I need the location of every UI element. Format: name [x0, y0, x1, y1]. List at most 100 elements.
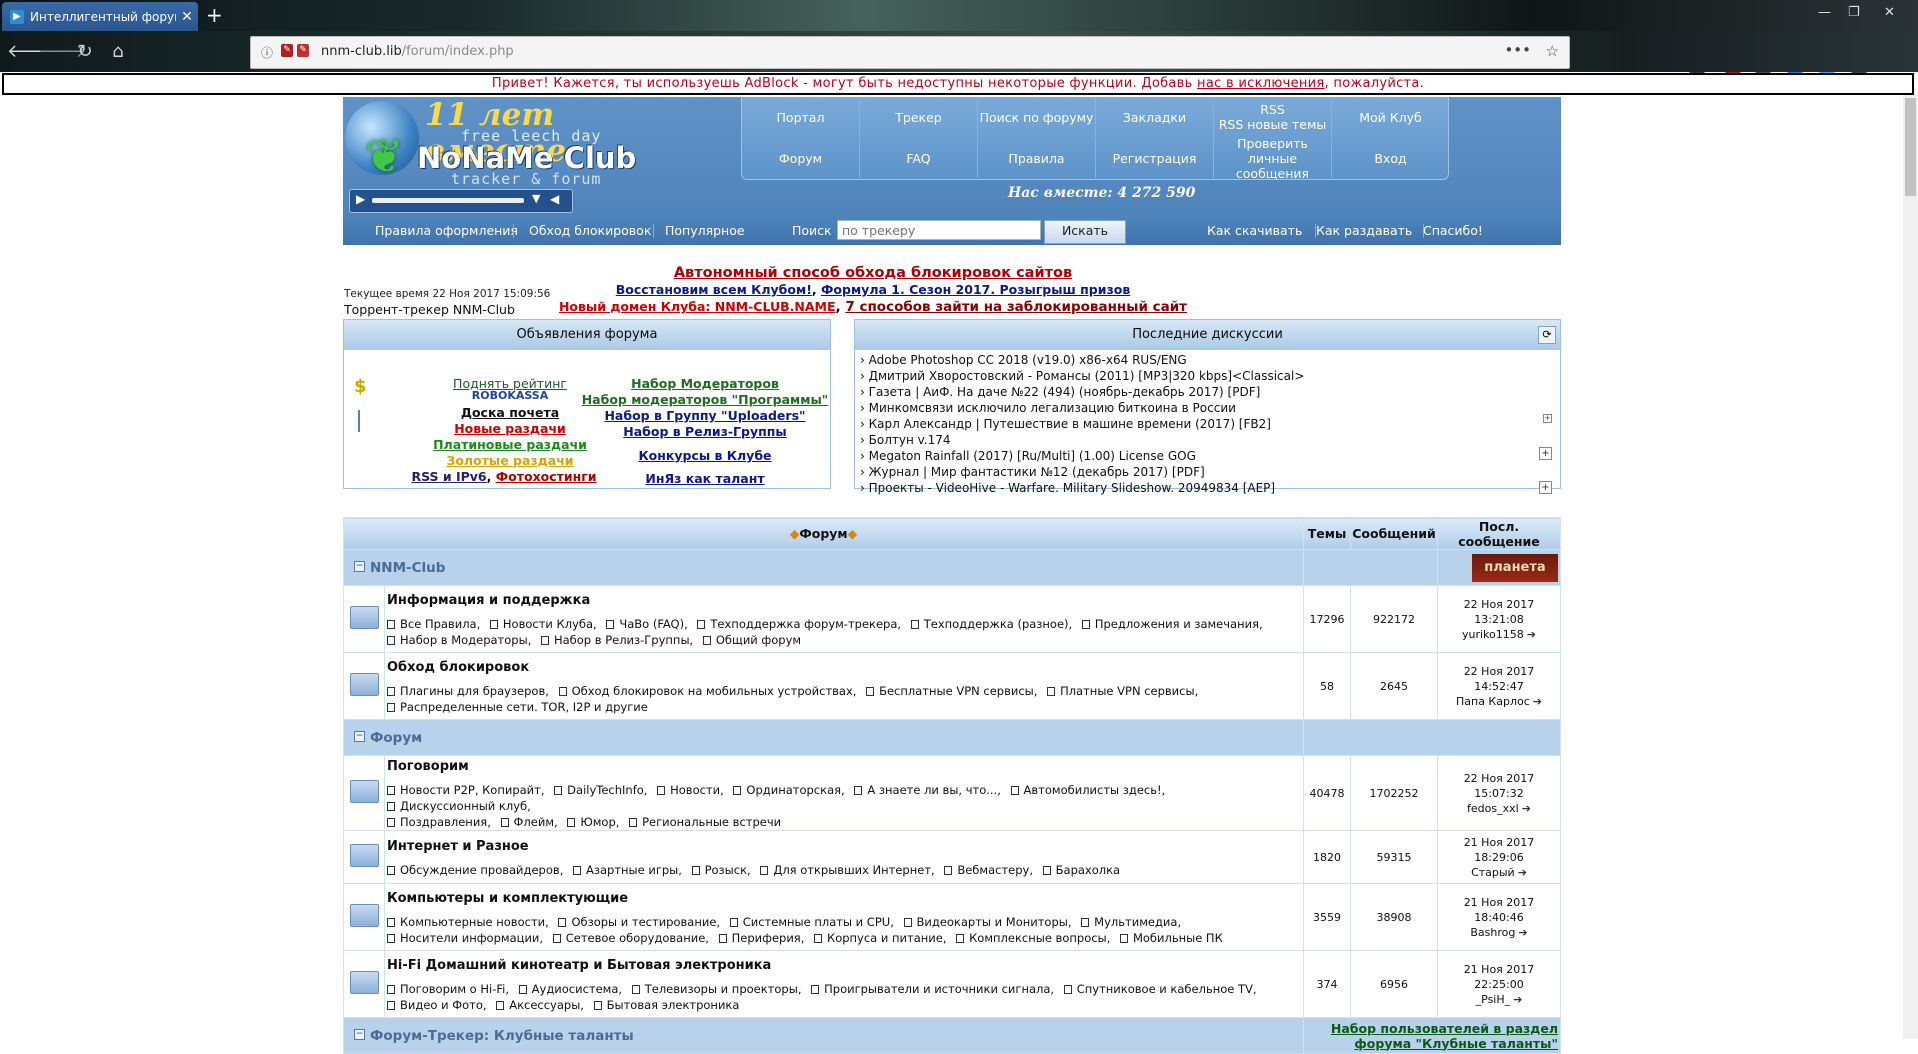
subforum-link[interactable]: Аксессуары,	[496, 998, 584, 1012]
subforum-link[interactable]: Обсуждение провайдеров,	[387, 863, 563, 877]
category-title[interactable]: − Форум	[343, 719, 1304, 756]
subnav-popular[interactable]: Популярное	[665, 223, 745, 238]
audio-player[interactable]: ▶ ▼ ◀	[349, 189, 573, 213]
forum-title[interactable]: Информация и поддержка	[387, 593, 1303, 608]
subforum-link[interactable]: А знаете ли вы, что...,	[854, 783, 1001, 797]
sort-icon[interactable]: ◆	[848, 526, 858, 541]
subforum-link[interactable]: Видеокарты и Мониторы,	[903, 915, 1072, 929]
address-bar[interactable]: ⓘ ✎ ✎ nnm-club.lib/forum/index.php ••• ☆	[250, 36, 1570, 69]
adblock-exception-link[interactable]: нас в исключения	[1197, 76, 1325, 91]
discussion-item[interactable]: › Дмитрий Хворостовский - Романсы (2011)…	[860, 369, 1304, 383]
robokassa-logo[interactable]: ROBOKASSA	[430, 389, 590, 402]
minimize-icon[interactable]: —	[1818, 5, 1831, 20]
nav-rules[interactable]: Правила	[978, 138, 1096, 178]
search-input[interactable]	[837, 220, 1041, 240]
subforum-link[interactable]: Обход блокировок на мобильных устройства…	[558, 684, 856, 698]
subforum-link[interactable]: Корпуса и питание,	[814, 931, 946, 945]
subforum-link[interactable]: Вебмастеру,	[944, 863, 1033, 877]
subforum-link[interactable]: Аудиосистема,	[518, 982, 622, 996]
expand-icon[interactable]: +	[1539, 447, 1552, 460]
discussion-item[interactable]: › Болтун v.174	[860, 433, 951, 447]
talents-recruit-link[interactable]: Набор пользователей в раздел	[1331, 1021, 1558, 1036]
nav-faq[interactable]: FAQ	[860, 138, 978, 178]
subforum-link[interactable]: Обзоры и тестирование,	[558, 915, 720, 929]
goto-last-post-icon[interactable]: ➔	[1522, 801, 1531, 816]
subforum-link[interactable]: Барахолка	[1042, 863, 1120, 877]
expand-icon[interactable]: +	[1539, 481, 1552, 494]
formula-link[interactable]: Формула 1. Сезон 2017. Розыгрыш призов	[821, 282, 1130, 297]
subnav-how-seed[interactable]: Как раздавать	[1316, 223, 1412, 238]
inyaz-link[interactable]: ИнЯз как талант	[580, 471, 830, 486]
subforum-link[interactable]: Распределенные сети. TOR, I2P и другие	[387, 700, 648, 714]
subforum-link[interactable]: Для открывших Интернет,	[760, 863, 935, 877]
goto-last-post-icon[interactable]: ➔	[1533, 694, 1542, 709]
play-icon[interactable]: ▶	[356, 192, 365, 206]
subforum-link[interactable]: Телевизоры и проекторы,	[631, 982, 801, 996]
subnav-how-download[interactable]: Как скачивать	[1207, 223, 1302, 238]
subforum-link[interactable]: Поздравления,	[387, 815, 491, 829]
subforum-link[interactable]: Спутниковое и кабельное TV,	[1063, 982, 1257, 996]
planet-banner[interactable]: планета	[1472, 553, 1558, 582]
goto-last-post-icon[interactable]: ➔	[1527, 627, 1536, 642]
scrollbar-thumb[interactable]	[1905, 98, 1916, 196]
new-domain-link[interactable]: Новый домен Клуба: NNM-CLUB.NAME	[559, 299, 836, 314]
subforum-link[interactable]: Комплексные вопросы,	[956, 931, 1110, 945]
sort-icon[interactable]: ◆	[790, 526, 800, 541]
page-actions-icon[interactable]: •••	[1504, 41, 1531, 59]
subforum-link[interactable]: Ординаторская,	[733, 783, 845, 797]
subforum-link[interactable]: Набор в Модераторы,	[387, 633, 531, 647]
ways-link[interactable]: 7 способов зайти на заблокированный сайт	[845, 299, 1187, 315]
subforum-link[interactable]: Поговорим о Hi-Fi,	[387, 982, 509, 996]
last-post-user[interactable]: fedos_xxl	[1467, 802, 1519, 815]
collapse-icon[interactable]: −	[354, 561, 365, 572]
last-post-user[interactable]: _PsiH_	[1476, 993, 1511, 1006]
permissions-icon[interactable]: ✎	[297, 44, 309, 57]
goto-last-post-icon[interactable]: ➔	[1518, 925, 1527, 940]
subforum-link[interactable]: Региональные встречи	[629, 815, 781, 829]
page-scrollbar[interactable]	[1903, 95, 1918, 1039]
contests-link[interactable]: Конкурсы в Клубе	[580, 448, 830, 463]
subforum-link[interactable]: Плагины для браузеров,	[387, 684, 549, 698]
collapse-icon[interactable]: −	[354, 1029, 365, 1040]
forum-title[interactable]: Интернет и Разное	[387, 839, 1303, 854]
nav-rss[interactable]: RSS RSS новые темы	[1214, 97, 1332, 137]
nav-portal[interactable]: Портал	[742, 97, 860, 137]
honor-board-link[interactable]: Доска почета	[430, 405, 590, 420]
chevron-down-icon[interactable]: ▼	[532, 192, 540, 205]
subforum-link[interactable]: DailyTechInfo,	[554, 783, 647, 797]
subforum-link[interactable]: Новости Клуба,	[489, 617, 597, 631]
subforum-link[interactable]: Дискуссионный клуб,	[387, 799, 531, 813]
maximize-icon[interactable]: ❐	[1848, 5, 1860, 20]
forum-title[interactable]: Обход блокировок	[387, 660, 1303, 675]
new-releases-link[interactable]: Новые раздачи	[430, 421, 590, 436]
nav-register[interactable]: Регистрация	[1096, 138, 1214, 178]
bookmark-star-icon[interactable]: ☆	[1546, 42, 1559, 60]
rss-link[interactable]: RSS и IPv6	[411, 469, 486, 484]
release-groups-link[interactable]: Набор в Релиз-Группы	[580, 424, 830, 439]
uploaders-link[interactable]: Набор в Группу "Uploaders"	[580, 408, 830, 423]
subforum-link[interactable]: Носители информации,	[387, 931, 543, 945]
goto-last-post-icon[interactable]: ➔	[1518, 865, 1527, 880]
subforum-link[interactable]: Видео и Фото,	[387, 998, 487, 1012]
url-text[interactable]: nnm-club.lib/forum/index.php	[321, 44, 514, 59]
small-expand-icon[interactable]: +	[1543, 414, 1552, 423]
subforum-link[interactable]: Мультимедиа,	[1081, 915, 1181, 929]
discussion-item[interactable]: › Adobe Photoshop CC 2018 (v19.0) x86-x6…	[860, 353, 1187, 367]
subforum-link[interactable]: Сетевое оборудование,	[552, 931, 709, 945]
subforum-link[interactable]: Мобильные ПК	[1119, 931, 1223, 945]
subforum-link[interactable]: Бытовая электроника	[593, 998, 739, 1012]
last-post-user[interactable]: yuriko1158	[1462, 628, 1524, 641]
tab-close-icon[interactable]: ✕	[176, 9, 198, 25]
subforum-link[interactable]: Юмор,	[567, 815, 619, 829]
restore-link[interactable]: Восстановим всем Клубом!	[616, 282, 812, 297]
subnav-bypass[interactable]: Обход блокировок	[529, 223, 651, 238]
volume-icon[interactable]: ◀	[550, 192, 559, 206]
nav-forum[interactable]: Форум	[742, 138, 860, 178]
subforum-link[interactable]: Бесплатные VPN сервисы,	[866, 684, 1037, 698]
discussion-item[interactable]: › Минкомсвязи исключило легализацию битк…	[860, 401, 1236, 415]
subforum-link[interactable]: Флейм,	[500, 815, 558, 829]
nav-my-club[interactable]: Мой Клуб	[1332, 97, 1449, 137]
last-post-user[interactable]: Папа Карлос	[1456, 695, 1530, 708]
new-tab-button[interactable]: +	[206, 4, 223, 26]
collapse-icon[interactable]: −	[354, 731, 365, 742]
